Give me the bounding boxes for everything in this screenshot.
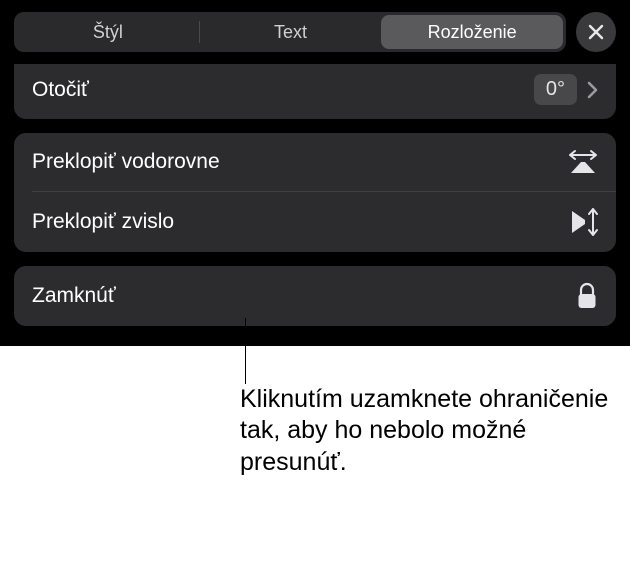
rotate-right: 0° [534, 74, 598, 105]
callout-leader-line [245, 318, 246, 384]
rotate-value: 0° [534, 74, 577, 105]
flip-vertical-label: Preklopiť zvislo [32, 210, 174, 234]
tab-style[interactable]: Štýl [17, 15, 199, 49]
tab-text[interactable]: Text [200, 15, 382, 49]
flip-horizontal-row[interactable]: Preklopiť vodorovne [14, 133, 616, 191]
flip-group: Preklopiť vodorovne Preklopiť zvislo [14, 133, 616, 252]
top-bar: Štýl Text Rozloženie [14, 12, 616, 52]
callout-text: Kliknutím uzamknete ohraničenie tak, aby… [240, 384, 630, 478]
callout: Kliknutím uzamknete ohraničenie tak, aby… [0, 346, 630, 478]
close-icon [588, 24, 604, 40]
rotate-label: Otočiť [32, 78, 89, 102]
lock-label: Zamknúť [32, 284, 116, 308]
tab-segmented-control: Štýl Text Rozloženie [14, 12, 566, 52]
lock-icon [576, 282, 598, 310]
flip-horizontal-icon [568, 149, 598, 175]
lock-row[interactable]: Zamknúť [14, 266, 616, 326]
lock-group: Zamknúť [14, 266, 616, 326]
flip-vertical-icon [568, 208, 598, 236]
inspector-panel: Štýl Text Rozloženie Otočiť 0° [0, 0, 630, 346]
close-button[interactable] [576, 12, 616, 52]
rotate-group: Otočiť 0° [14, 64, 616, 119]
flip-horizontal-label: Preklopiť vodorovne [32, 150, 220, 174]
rotate-row[interactable]: Otočiť 0° [14, 64, 616, 119]
tab-layout[interactable]: Rozloženie [381, 15, 563, 49]
flip-vertical-row[interactable]: Preklopiť zvislo [14, 192, 616, 252]
chevron-right-icon [587, 81, 598, 99]
